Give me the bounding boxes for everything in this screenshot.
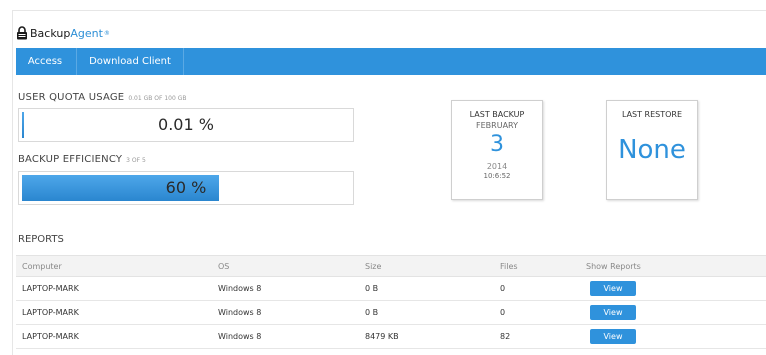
col-size: Size: [365, 255, 500, 277]
actions-cell: View: [586, 324, 766, 349]
quota-label: USER QUOTA USAGE: [18, 92, 125, 103]
quota-value: 0.01 %: [158, 115, 214, 134]
computer-cell: LAPTOP-MARK: [16, 276, 218, 301]
size-cell: 8479 KB: [365, 324, 500, 349]
last-backup-year: 2014: [486, 162, 508, 171]
reports-title: REPORTS: [18, 234, 64, 245]
view-button[interactable]: View: [590, 281, 636, 296]
reports-table: Computer OS Size Files Show Reports LAPT…: [16, 255, 766, 349]
table-row: LAPTOP-MARK Windows 8 8479 KB 82 View: [16, 324, 766, 349]
efficiency-heading: BACKUP EFFICIENCY 3 OF 5: [18, 154, 146, 165]
size-cell: 0 B: [365, 276, 500, 301]
efficiency-meter: 60 %: [18, 171, 354, 205]
quota-heading: USER QUOTA USAGE 0.01 GB OF 100 GB: [18, 92, 186, 103]
os-cell: Windows 8: [218, 324, 365, 349]
last-restore-card: LAST RESTORE None: [606, 100, 698, 200]
files-cell: 82: [500, 324, 586, 349]
registered-mark: ®: [103, 29, 110, 37]
efficiency-value: 60 %: [165, 178, 207, 197]
col-show-reports: Show Reports: [586, 255, 766, 277]
last-backup-title: LAST BACKUP: [469, 110, 525, 119]
files-cell: 0: [500, 300, 586, 325]
tab-download-client[interactable]: Download Client: [76, 48, 184, 75]
computer-cell: LAPTOP-MARK: [16, 300, 218, 325]
last-restore-title: LAST RESTORE: [621, 110, 683, 119]
reports-header-row: Computer OS Size Files Show Reports: [16, 255, 766, 277]
quota-sub: 0.01 GB OF 100 GB: [128, 95, 187, 102]
quota-meter: 0.01 %: [18, 108, 354, 142]
files-cell: 0: [500, 276, 586, 301]
computer-cell: LAPTOP-MARK: [16, 324, 218, 349]
size-cell: 0 B: [365, 300, 500, 325]
efficiency-sub: 3 OF 5: [126, 157, 146, 164]
os-cell: Windows 8: [218, 276, 365, 301]
table-row: LAPTOP-MARK Windows 8 0 B 0 View: [16, 300, 766, 325]
table-row: LAPTOP-MARK Windows 8 0 B 0 View: [16, 276, 766, 301]
last-backup-day: 3: [490, 132, 504, 157]
view-button[interactable]: View: [590, 305, 636, 320]
efficiency-label: BACKUP EFFICIENCY: [18, 154, 123, 165]
actions-cell: View: [586, 300, 766, 325]
actions-cell: View: [586, 276, 766, 301]
last-restore-value: None: [618, 135, 686, 165]
logo-text-backup: Backup: [30, 26, 71, 40]
col-files: Files: [500, 255, 586, 277]
last-backup-month: FEBRUARY: [476, 121, 518, 130]
lock-icon: [17, 26, 27, 40]
top-navbar: Access Download Client: [16, 48, 766, 75]
last-backup-card: LAST BACKUP FEBRUARY 3 2014 10:6:52: [451, 100, 543, 200]
col-computer: Computer: [16, 255, 218, 277]
view-button[interactable]: View: [590, 329, 636, 344]
last-backup-time: 10:6:52: [483, 172, 511, 180]
tab-access[interactable]: Access: [16, 48, 74, 75]
os-cell: Windows 8: [218, 300, 365, 325]
logo-text-agent: Agent: [70, 26, 103, 40]
col-os: OS: [218, 255, 365, 277]
backupagent-logo[interactable]: Backup Agent ®: [16, 24, 110, 42]
